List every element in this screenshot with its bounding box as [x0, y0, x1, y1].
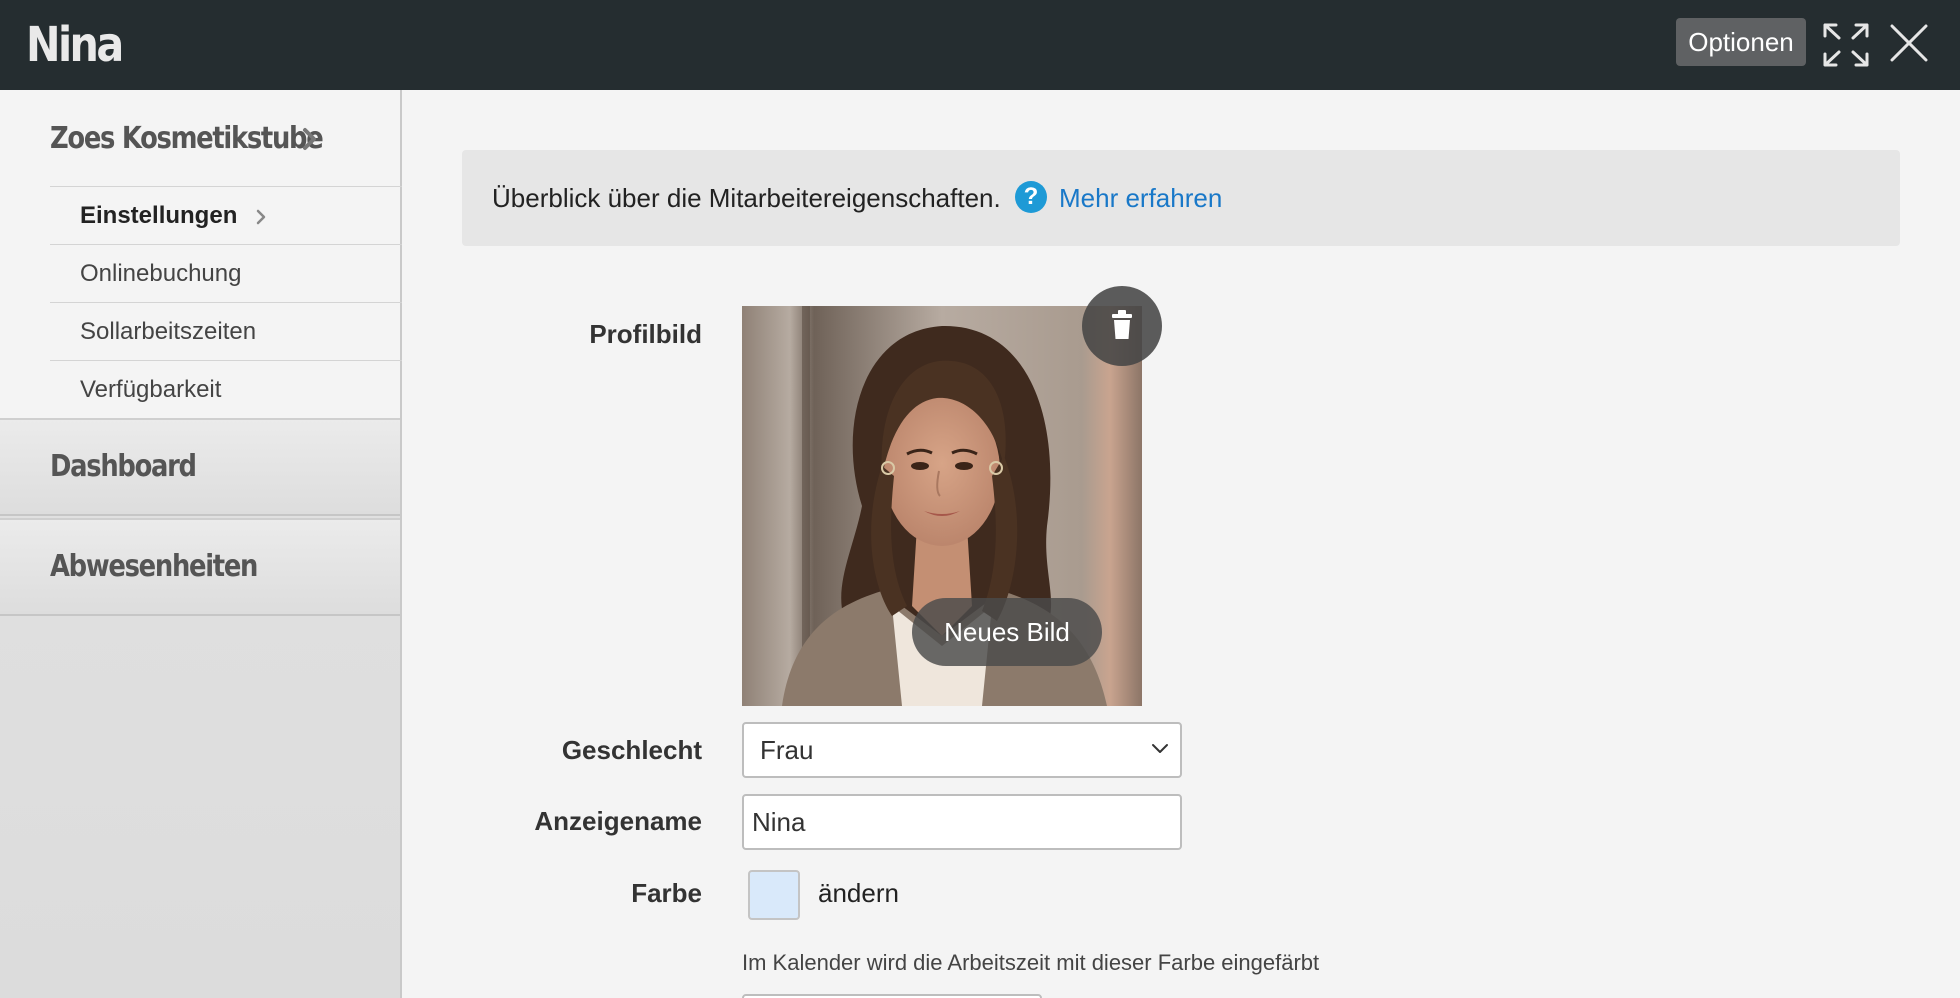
sidebar-item-label: Onlinebuchung — [80, 260, 242, 287]
gender-select-value: Frau — [760, 735, 814, 765]
options-button[interactable]: Optionen — [1676, 18, 1806, 66]
color-swatch[interactable] — [748, 870, 800, 920]
sidebar-item-label: Sollarbeitszeiten — [80, 318, 257, 345]
partial-field[interactable] — [742, 994, 1042, 998]
sidebar-item-verfuegbarkeit[interactable]: Verfügbarkeit — [50, 360, 402, 418]
display-name-input[interactable] — [742, 794, 1182, 850]
header-bar: Nina Optionen — [0, 0, 1960, 90]
change-color-link[interactable]: ändern — [818, 873, 899, 913]
color-label: Farbe — [631, 878, 702, 908]
chevron-down-icon — [1152, 744, 1168, 753]
new-photo-button[interactable]: Neues Bild — [912, 598, 1102, 666]
sidebar-item-label: Verfügbarkeit — [80, 376, 222, 403]
delete-photo-button[interactable] — [1082, 286, 1162, 366]
sidebar-item-label: Einstellungen — [80, 202, 238, 229]
sidebar-item-onlinebuchung[interactable]: Onlinebuchung — [50, 244, 402, 302]
learn-more-link[interactable]: Mehr erfahren — [1059, 178, 1222, 218]
chevron-right-icon — [257, 209, 266, 224]
sidebar-item-sollarbeitszeiten[interactable]: Sollarbeitszeiten — [50, 302, 402, 360]
info-banner: Überblick über die Mitarbeitereigenschaf… — [462, 150, 1900, 246]
chevron-right-icon — [303, 128, 316, 150]
sidebar-company-panel: Zoes Kosmetikstube Einstellungen Onlineb… — [0, 90, 402, 418]
sidebar-item-einstellungen[interactable]: Einstellungen — [50, 186, 402, 244]
info-text: Überblick über die Mitarbeitereigenschaf… — [492, 183, 1001, 213]
sidebar-section-label: Dashboard — [50, 449, 197, 484]
gender-select[interactable]: Frau — [742, 722, 1182, 778]
color-help-text: Im Kalender wird die Arbeitszeit mit die… — [742, 950, 1320, 975]
gender-label: Geschlecht — [561, 735, 702, 765]
question-icon[interactable]: ? — [1015, 181, 1047, 213]
sidebar-section-abwesenheiten[interactable]: Abwesenheiten — [0, 518, 400, 616]
window-title: Nina — [26, 17, 124, 73]
close-icon[interactable] — [1888, 22, 1930, 64]
sidebar: Zoes Kosmetikstube Einstellungen Onlineb… — [0, 90, 402, 998]
display-name-label: Anzeigename — [534, 806, 702, 836]
company-link[interactable]: Zoes Kosmetikstube — [50, 118, 324, 160]
profile-picture-label: Profilbild — [589, 319, 702, 349]
sidebar-section-label: Abwesenheiten — [50, 549, 258, 584]
expand-icon[interactable] — [1822, 22, 1870, 68]
sidebar-section-dashboard[interactable]: Dashboard — [0, 418, 400, 516]
trash-icon — [1112, 310, 1132, 339]
